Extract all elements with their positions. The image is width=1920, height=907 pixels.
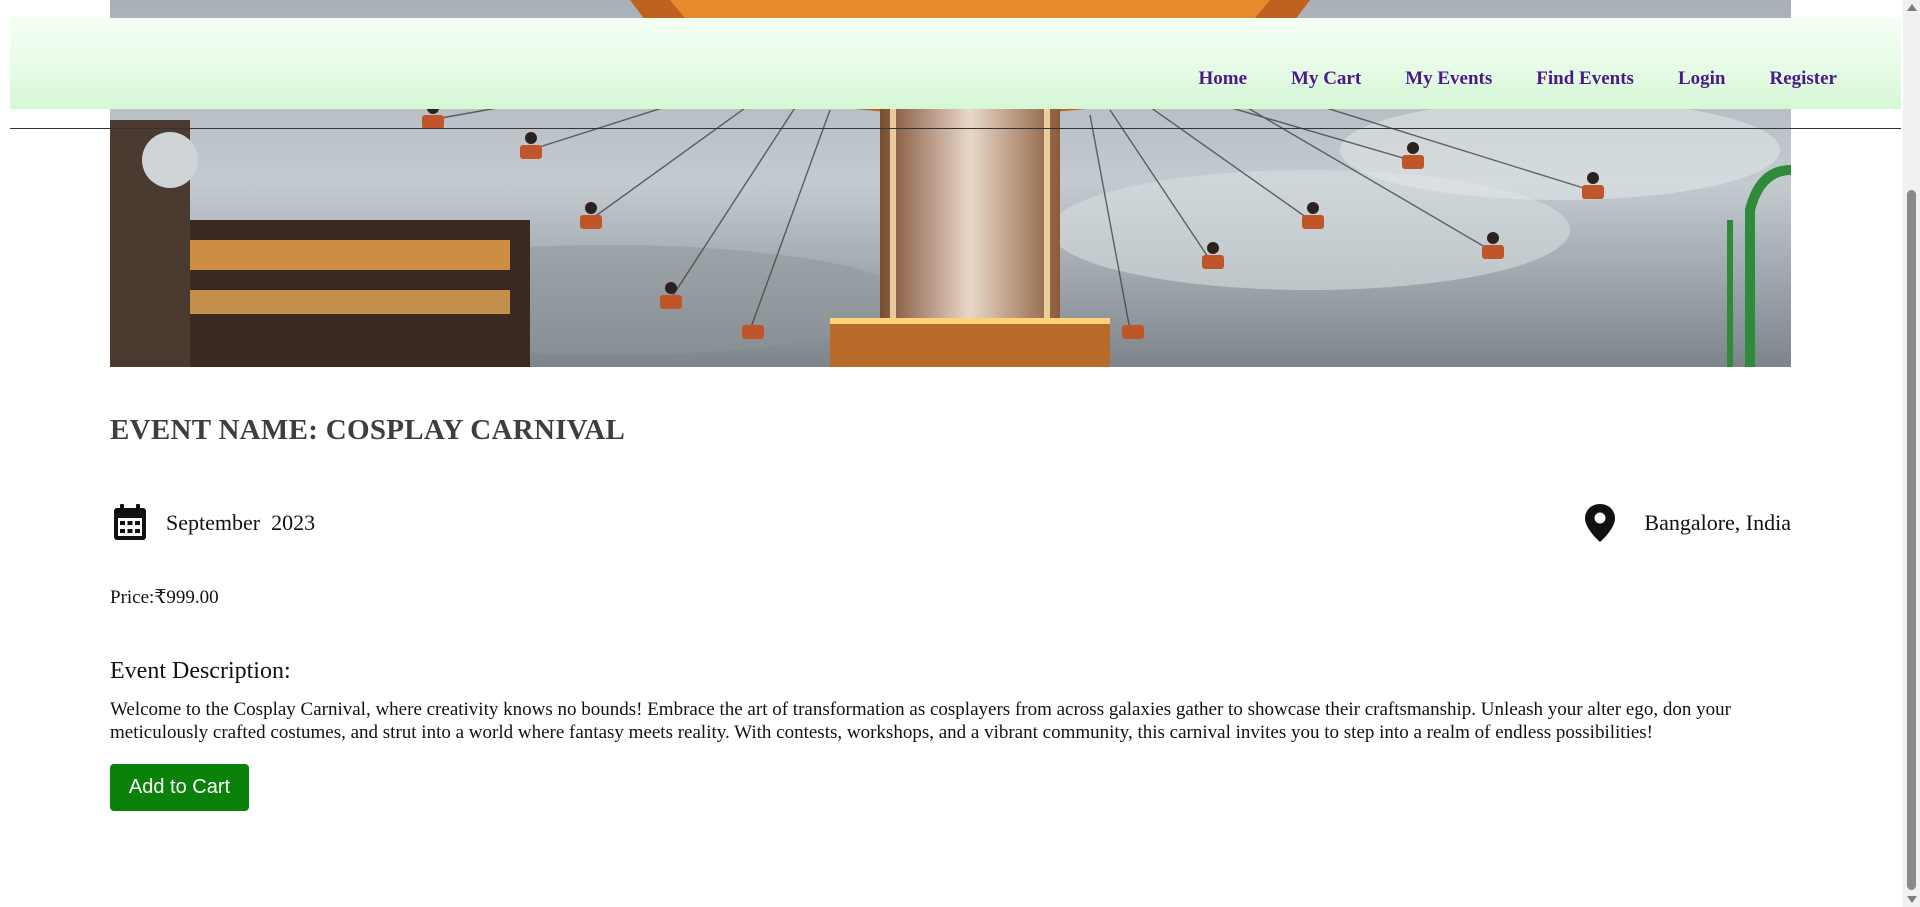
scrollbar-thumb[interactable] xyxy=(1907,190,1916,890)
nav-login-link[interactable]: Login xyxy=(1678,68,1726,90)
event-price: Price:₹999.00 xyxy=(110,587,219,608)
nav-register-link[interactable]: Register xyxy=(1769,68,1837,90)
description-heading: Event Description: xyxy=(110,658,291,684)
nav-home-link[interactable]: Home xyxy=(1198,68,1247,90)
nav-my-events-link[interactable]: My Events xyxy=(1405,68,1492,90)
nav-links: Home My Cart My Events Find Events Login… xyxy=(1154,68,1837,90)
event-location: Bangalore, India xyxy=(1580,500,1791,545)
top-navbar: Home My Cart My Events Find Events Login… xyxy=(10,18,1901,109)
event-meta-row: September 2023 Bangalore, India xyxy=(110,500,1791,545)
add-to-cart-button[interactable]: Add to Cart xyxy=(110,764,249,811)
navbar-divider xyxy=(10,128,1901,129)
event-description: Welcome to the Cosplay Carnival, where c… xyxy=(110,699,1731,743)
event-date-text: September 2023 xyxy=(166,509,316,535)
event-title: EVENT NAME: COSPLAY CARNIVAL xyxy=(110,414,626,446)
vertical-scrollbar[interactable] xyxy=(1903,0,1920,907)
event-location-text: Bangalore, India xyxy=(1644,509,1791,535)
calendar-icon xyxy=(110,502,150,544)
nav-find-events-link[interactable]: Find Events xyxy=(1536,68,1634,90)
map-pin-icon xyxy=(1580,502,1620,544)
event-date: September 2023 xyxy=(110,500,315,545)
nav-my-cart-link[interactable]: My Cart xyxy=(1291,68,1361,90)
scroll-down-arrow-icon[interactable] xyxy=(1907,896,1917,903)
scroll-up-arrow-icon[interactable] xyxy=(1907,4,1917,11)
event-details-page: Home My Cart My Events Find Events Login… xyxy=(0,0,1920,907)
